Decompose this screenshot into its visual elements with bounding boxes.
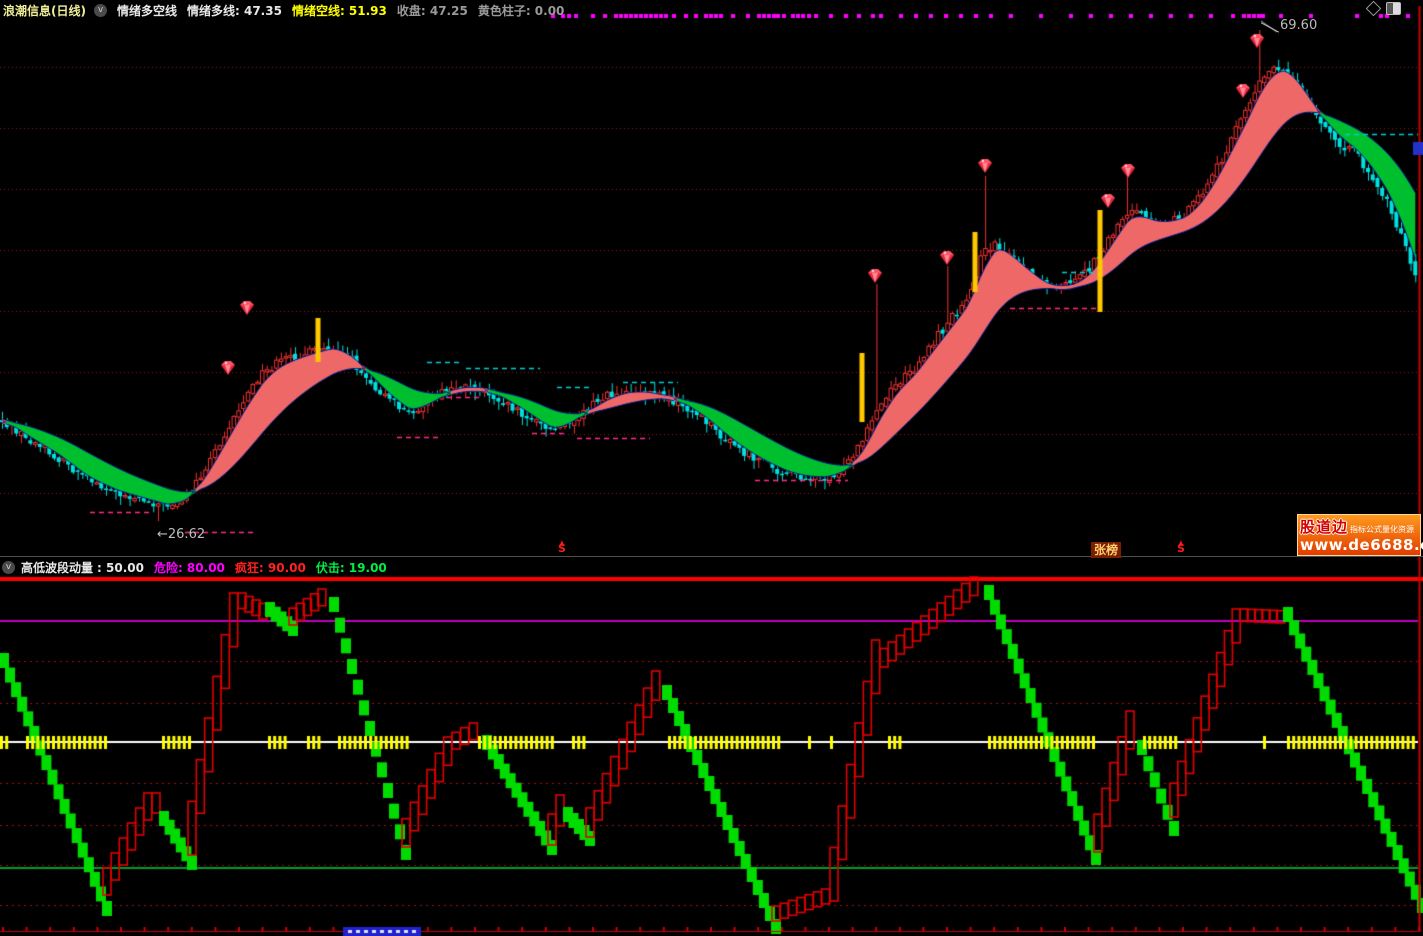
crazy-level-field: 疯狂: 90.00 xyxy=(235,559,306,576)
window-toolbar xyxy=(1368,2,1401,15)
watermark-tagline: 指标公式量化资源 xyxy=(1350,524,1414,535)
zhangbang-badge: 张榜 xyxy=(1091,542,1121,558)
diamond-marker-icon[interactable] xyxy=(1366,1,1382,17)
low-price-label: ←26.62 xyxy=(157,527,205,542)
danger-level-field: 危险: 80.00 xyxy=(154,559,225,576)
trading-app-window: 浪潮信息(日线) v 情绪多空线 情绪多线: 47.35 情绪空线: 51.93… xyxy=(0,0,1423,936)
ambush-level-field: 伏击: 19.00 xyxy=(316,559,387,576)
high-price-label: 69.60 xyxy=(1280,18,1317,33)
collapse-panel-icon[interactable]: v xyxy=(2,561,15,574)
watermark-brand: 股道边 xyxy=(1300,516,1348,537)
main-chart-header: 浪潮信息(日线) v 情绪多空线 情绪多线: 47.35 情绪空线: 51.93… xyxy=(0,0,1423,20)
panel-layout-icon[interactable] xyxy=(1386,2,1401,15)
indicator-field-bull: 情绪多线: 47.35 xyxy=(187,2,282,19)
momentum-indicator-name: 高低波段动量 xyxy=(21,559,93,576)
panel-divider xyxy=(0,556,1423,557)
indicator-field-bear: 情绪空线: 51.93 xyxy=(292,2,387,19)
indicator-field-yellowbar: 黄色柱子: 0.00 xyxy=(478,2,565,19)
watermark-badge: 股道边 指标公式量化资源 www.de6688.com xyxy=(1297,514,1421,556)
price-and-momentum-chart-canvas[interactable] xyxy=(0,0,1423,936)
stock-title: 浪潮信息(日线) xyxy=(3,2,86,19)
momentum-panel-header: v 高低波段动量 : 50.00 危险: 80.00 疯狂: 90.00 伏击:… xyxy=(0,558,1423,577)
indicator-field-close: 收盘: 47.25 xyxy=(397,2,468,19)
signal-seal-icon: ▲ S xyxy=(555,540,569,552)
collapse-panel-icon[interactable]: v xyxy=(94,4,107,17)
indicator-name: 情绪多空线 xyxy=(117,2,177,19)
watermark-url: www.de6688.com xyxy=(1300,537,1418,554)
signal-seal-icon: ▲ S xyxy=(1174,540,1188,552)
momentum-value: : 50.00 xyxy=(97,561,144,575)
